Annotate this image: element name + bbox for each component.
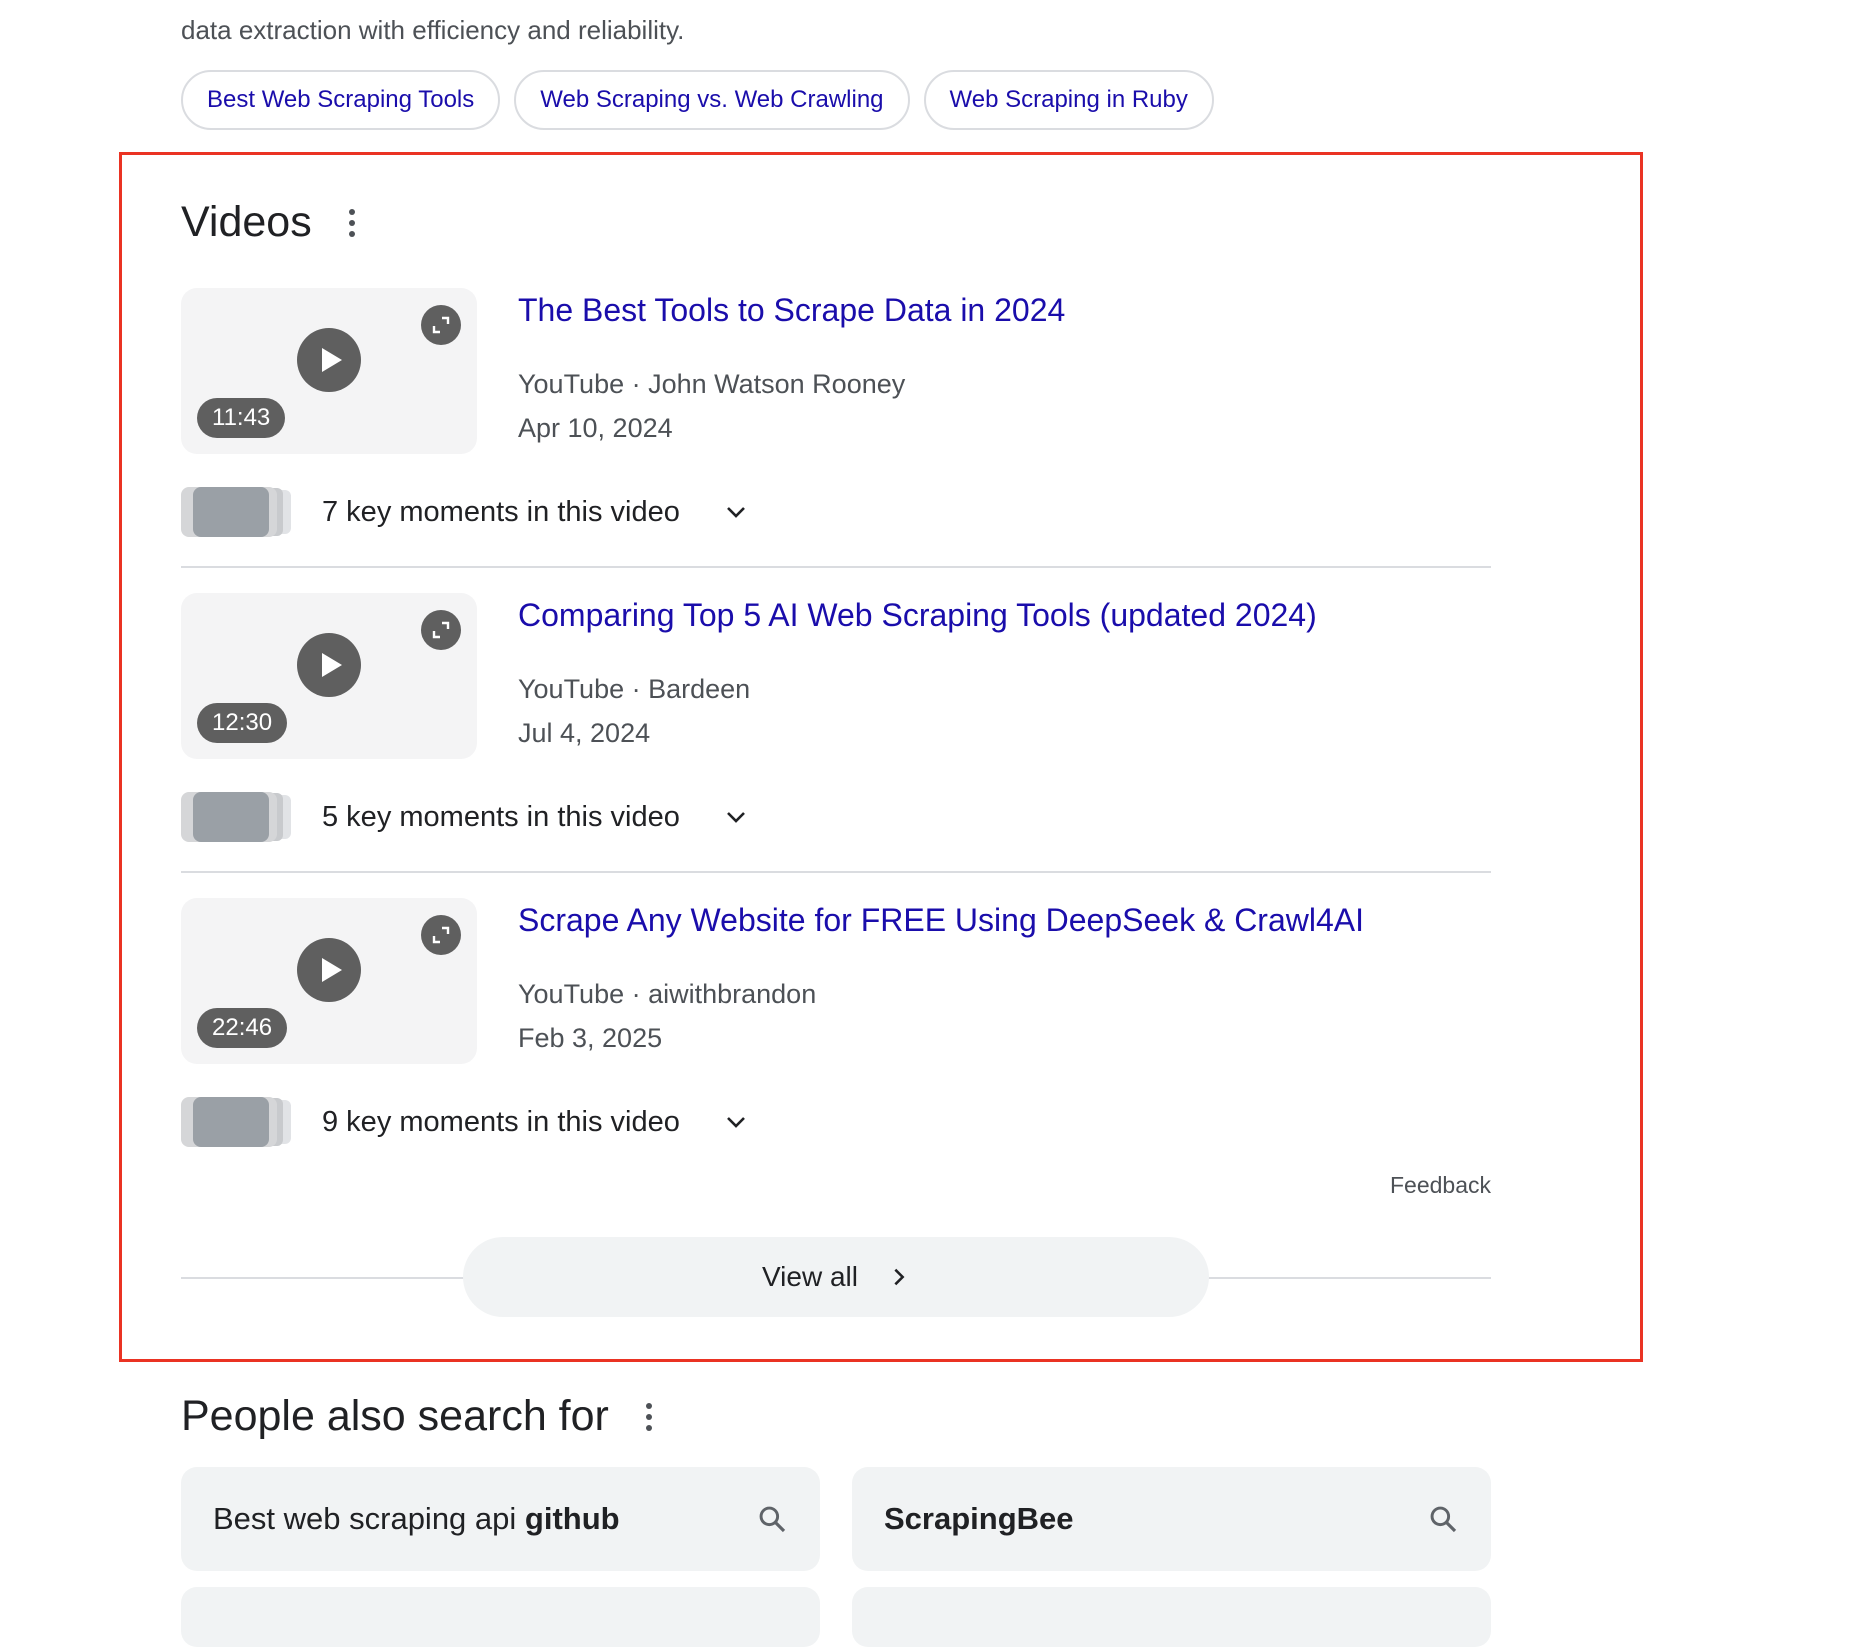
expand-icon[interactable]	[421, 915, 461, 955]
key-moments-label: 5 key moments in this video	[322, 800, 680, 833]
video-date: Feb 3, 2025	[518, 1023, 663, 1053]
key-moments-toggle[interactable]: 9 key moments in this video	[181, 1097, 748, 1147]
video-date: Jul 4, 2024	[518, 718, 651, 748]
key-moments-thumbnails	[181, 792, 291, 842]
related-search-item[interactable]	[181, 1587, 820, 1647]
video-thumbnail[interactable]: 11:43	[181, 288, 477, 454]
video-date: Apr 10, 2024	[518, 413, 673, 443]
videos-heading: Videos	[181, 198, 362, 247]
more-vert-icon[interactable]	[639, 1402, 659, 1431]
video-thumbnail[interactable]: 22:46	[181, 898, 477, 1064]
search-icon	[1430, 1506, 1457, 1533]
chip-web-scraping-in-ruby[interactable]: Web Scraping in Ruby	[923, 70, 1214, 130]
key-moments-toggle[interactable]: 7 key moments in this video	[181, 487, 748, 537]
key-moments-thumbnails	[181, 1097, 291, 1147]
video-title-link[interactable]: Scrape Any Website for FREE Using DeepSe…	[518, 902, 1364, 939]
expand-icon[interactable]	[421, 305, 461, 345]
related-search-item[interactable]	[852, 1587, 1491, 1647]
expand-icon[interactable]	[421, 610, 461, 650]
chevron-down-icon	[726, 507, 745, 518]
video-duration: 12:30	[197, 703, 288, 743]
play-icon[interactable]	[297, 328, 361, 392]
related-chips: Best Web Scraping Tools Web Scraping vs.…	[181, 70, 1214, 130]
chevron-right-icon	[894, 1268, 905, 1286]
video-duration: 11:43	[197, 398, 286, 438]
video-source: YouTube · aiwithbrandon	[518, 979, 817, 1009]
related-search-text: ScrapingBee	[884, 1501, 1074, 1536]
chevron-down-icon	[726, 1117, 745, 1128]
result-snippet: data extraction with efficiency and reli…	[181, 15, 685, 45]
people-also-search-heading: People also search for	[181, 1392, 659, 1441]
divider	[181, 566, 1491, 568]
video-duration: 22:46	[197, 1008, 288, 1048]
key-moments-label: 9 key moments in this video	[322, 1105, 680, 1138]
chip-best-web-scraping-tools[interactable]: Best Web Scraping Tools	[181, 70, 501, 130]
chip-web-scraping-vs-crawling[interactable]: Web Scraping vs. Web Crawling	[514, 70, 910, 130]
search-icon	[759, 1506, 786, 1533]
related-search-text: Best web scraping api github	[213, 1501, 620, 1536]
video-thumbnail[interactable]: 12:30	[181, 593, 477, 759]
play-icon[interactable]	[297, 633, 361, 697]
view-all-label: View all	[762, 1261, 858, 1292]
people-also-search-title: People also search for	[181, 1392, 609, 1440]
key-moments-toggle[interactable]: 5 key moments in this video	[181, 792, 748, 842]
view-all-button[interactable]: View all	[463, 1237, 1209, 1317]
videos-title: Videos	[181, 198, 312, 246]
video-source: YouTube · Bardeen	[518, 674, 751, 704]
feedback-link[interactable]: Feedback	[1388, 1172, 1491, 1199]
video-title-link[interactable]: The Best Tools to Scrape Data in 2024	[518, 292, 1065, 329]
more-vert-icon[interactable]	[342, 208, 362, 237]
related-search-item[interactable]: Best web scraping api github	[181, 1467, 820, 1571]
video-title-link[interactable]: Comparing Top 5 AI Web Scraping Tools (u…	[518, 597, 1317, 634]
divider	[181, 871, 1491, 873]
related-search-item[interactable]: ScrapingBee	[852, 1467, 1491, 1571]
key-moments-label: 7 key moments in this video	[322, 495, 680, 528]
chevron-down-icon	[726, 812, 745, 823]
key-moments-thumbnails	[181, 487, 291, 537]
play-icon[interactable]	[297, 938, 361, 1002]
video-source: YouTube · John Watson Rooney	[518, 369, 906, 399]
